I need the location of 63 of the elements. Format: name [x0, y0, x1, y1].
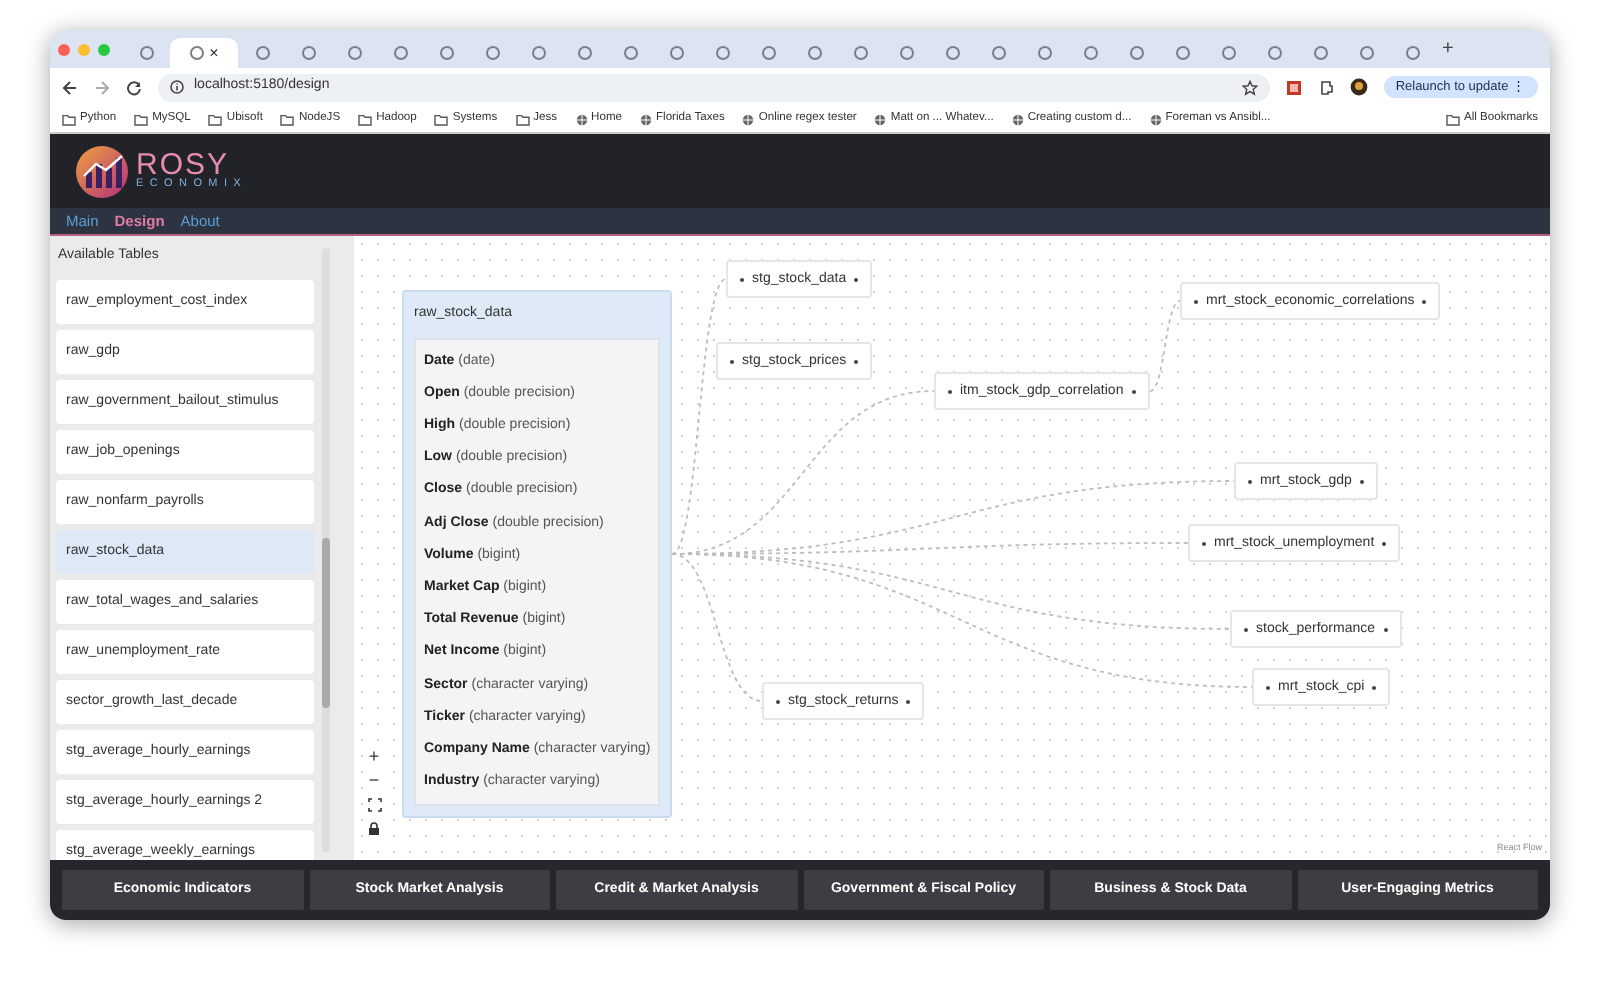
- site-icon: [1359, 46, 1373, 60]
- site-icon: [1221, 46, 1235, 60]
- site-icon: [669, 46, 683, 60]
- globe-icon: [742, 113, 755, 125]
- site-icon: [991, 46, 1005, 60]
- reload-icon[interactable]: [126, 79, 142, 95]
- folder-icon: [358, 113, 373, 125]
- edge-line: [1149, 300, 1181, 392]
- globe-icon: [1149, 113, 1162, 125]
- forward-icon[interactable]: [94, 79, 110, 95]
- site-icon: [189, 46, 204, 60]
- lock-icon: [368, 821, 380, 835]
- zoom-in-button[interactable]: +: [364, 746, 384, 766]
- back-icon[interactable]: [62, 79, 78, 95]
- site-icon: [301, 46, 315, 60]
- site-icon: [853, 46, 867, 60]
- site-icon: [439, 46, 453, 60]
- globe-icon: [1011, 113, 1024, 125]
- site-icon: [761, 46, 775, 60]
- close-tab-icon[interactable]: ×: [209, 45, 219, 61]
- site-icon: [1175, 46, 1189, 60]
- site-icon: [945, 46, 959, 60]
- folder-icon: [134, 113, 149, 125]
- site-icon: [1313, 46, 1327, 60]
- site-icon: [577, 46, 591, 60]
- folder-icon: [434, 113, 449, 125]
- folder-icon: [62, 113, 76, 125]
- site-icon: [899, 46, 913, 60]
- site-icon: [485, 46, 499, 60]
- puzzle-icon[interactable]: [1317, 79, 1334, 95]
- scrollbar-thumb[interactable]: [322, 537, 330, 707]
- site-icon: [623, 46, 637, 60]
- chart-logo-icon: [74, 143, 130, 199]
- site-icon: [807, 46, 821, 60]
- site-icon: [531, 46, 545, 60]
- extension-icon[interactable]: [1285, 79, 1302, 95]
- site-icon: [715, 46, 729, 60]
- logo-text: ROSY: [136, 150, 230, 181]
- globe-icon: [640, 113, 652, 125]
- folder-icon: [1445, 113, 1460, 125]
- zoom-out-button[interactable]: −: [364, 770, 384, 790]
- folder-icon: [208, 113, 223, 125]
- new-tab-button[interactable]: +: [1442, 39, 1454, 59]
- site-icon: [393, 46, 407, 60]
- folder-icon: [515, 113, 530, 125]
- globe-icon: [575, 113, 588, 125]
- site-icon: [255, 46, 269, 60]
- info-icon[interactable]: [170, 80, 184, 94]
- fit-view-icon: [367, 797, 381, 811]
- site-icon: [1267, 46, 1281, 60]
- folder-icon: [280, 113, 295, 125]
- globe-icon: [874, 113, 887, 125]
- table-node[interactable]: [402, 290, 673, 819]
- site-icon: [1129, 46, 1143, 60]
- site-icon: [1037, 46, 1051, 60]
- site-icon: [1083, 46, 1097, 60]
- lock-button[interactable]: [364, 818, 384, 838]
- browser-tab[interactable]: ×: [170, 38, 238, 68]
- site-icon: [347, 46, 361, 60]
- site-icon: [1405, 46, 1419, 60]
- site-icon: [139, 46, 153, 60]
- avatar-icon[interactable]: [1349, 78, 1368, 96]
- star-icon[interactable]: [1241, 79, 1258, 95]
